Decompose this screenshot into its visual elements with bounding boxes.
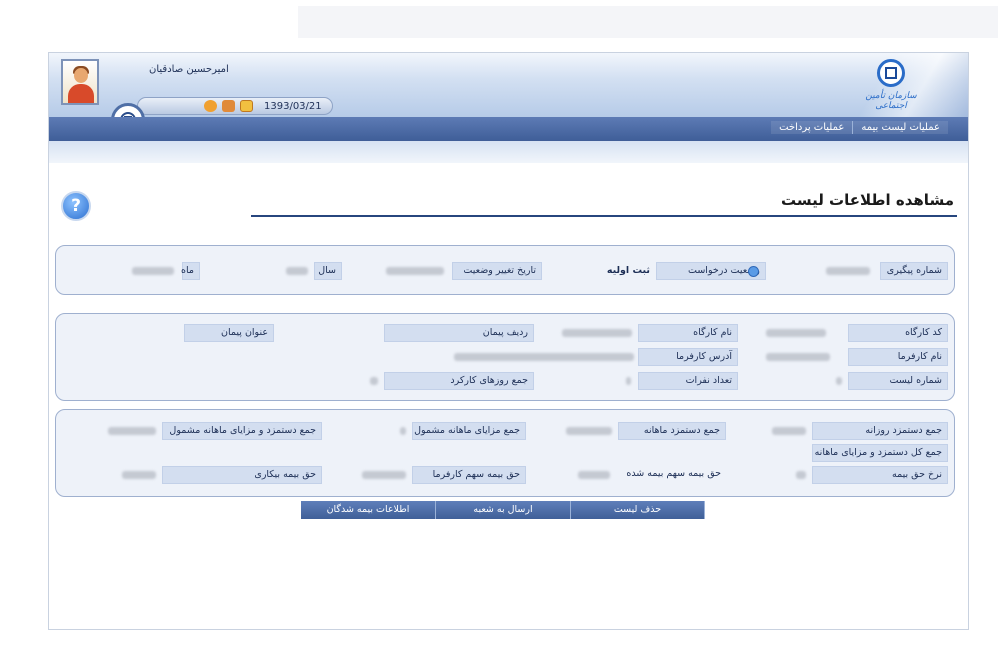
employer-address-label: آدرس کارفرما bbox=[638, 348, 738, 366]
year-value bbox=[286, 267, 308, 275]
insurance-rate-label: نرخ حق بیمه bbox=[812, 466, 948, 484]
user-avatar-icon bbox=[61, 59, 99, 105]
nav-insurance-list-ops[interactable]: عملیات لیست بیمه bbox=[852, 121, 948, 134]
delete-list-button[interactable]: حذف لیست bbox=[571, 501, 705, 519]
month-value bbox=[132, 267, 174, 275]
logo-icon bbox=[877, 59, 905, 87]
month-label: ماه bbox=[181, 262, 200, 280]
home-icon[interactable] bbox=[222, 100, 235, 112]
list-number-value bbox=[836, 377, 842, 385]
mail-icon[interactable] bbox=[240, 100, 253, 112]
employer-name-label: نام کارفرما bbox=[848, 348, 948, 366]
employer-share-label: حق بیمه سهم کارفرما bbox=[412, 466, 526, 484]
grand-total-label: جمع کل دستمزد و مزایای ماهانه bbox=[812, 444, 948, 462]
main-nav: عملیات لیست بیمه عملیات پرداخت bbox=[49, 117, 968, 141]
nav-payment-ops[interactable]: عملیات پرداخت bbox=[771, 121, 853, 134]
top-strip bbox=[298, 6, 998, 38]
personnel-count-label: تعداد نفرات bbox=[638, 372, 738, 390]
employer-share-value bbox=[362, 471, 406, 479]
insured-share-label: حق بیمه سهم بیمه شده bbox=[626, 468, 721, 479]
user-info-bar: 1393/03/21 bbox=[137, 97, 333, 115]
workshop-name-label: نام کارگاه bbox=[638, 324, 738, 342]
monthly-benefits-total-label: جمع مزایای ماهانه مشمول bbox=[412, 422, 526, 440]
sub-header-bar bbox=[49, 141, 968, 163]
insured-info-button[interactable]: اطلاعات بیمه شدگان bbox=[301, 501, 436, 519]
user-name: امیرحسین صادقیان bbox=[149, 64, 229, 75]
work-days-total-label: جمع روزهای کارکرد bbox=[384, 372, 534, 390]
help-icon[interactable]: ? bbox=[61, 191, 91, 221]
workshop-panel: کد کارگاه نام کارگاه ردیف پیمان عنوان پی… bbox=[55, 313, 955, 401]
logo-text: سازمان تأمین اجتماعی bbox=[865, 91, 917, 111]
wage-panel: جمع دستمزد روزانه جمع دستمزد ماهانه جمع … bbox=[55, 409, 955, 497]
contract-row-label: ردیف پیمان bbox=[384, 324, 534, 342]
app-header: امیرحسین صادقیان 1393/03/21 سازمان تأمین… bbox=[49, 53, 968, 137]
unemployment-insurance-label: حق بیمه بیکاری bbox=[162, 466, 322, 484]
work-days-total-value bbox=[370, 377, 378, 385]
page-title: مشاهده اطلاعات لیست bbox=[780, 191, 954, 209]
settings-icon[interactable] bbox=[204, 100, 217, 112]
monthly-wage-total-value bbox=[566, 427, 612, 435]
monthly-benefits-total-value bbox=[400, 427, 406, 435]
insurance-rate-value bbox=[796, 471, 806, 479]
request-status-value: ثبت اولیه bbox=[606, 265, 650, 276]
workshop-code-value bbox=[766, 329, 826, 337]
status-change-date-label: تاریخ تغییر وضعیت bbox=[452, 262, 542, 280]
wage-benefits-total-label: جمع دستمزد و مزایای ماهانه مشمول bbox=[162, 422, 322, 440]
wage-benefits-total-value bbox=[108, 427, 156, 435]
employer-name-value bbox=[766, 353, 830, 361]
app-frame: امیرحسین صادقیان 1393/03/21 سازمان تأمین… bbox=[48, 52, 969, 630]
unemployment-insurance-value bbox=[122, 471, 156, 479]
contract-title-label: عنوان پیمان bbox=[184, 324, 274, 342]
status-panel: شماره پیگیری وضعیت درخواست ثبت اولیه تار… bbox=[55, 245, 955, 295]
current-date: 1393/03/21 bbox=[264, 101, 322, 112]
organization-logo: سازمان تأمین اجتماعی bbox=[861, 59, 921, 111]
info-icon[interactable] bbox=[748, 266, 759, 277]
insured-share-value bbox=[578, 471, 610, 479]
tracking-number-value bbox=[826, 267, 870, 275]
daily-wage-total-value bbox=[772, 427, 806, 435]
monthly-wage-total-label: جمع دستمزد ماهانه bbox=[618, 422, 726, 440]
status-change-date-value bbox=[386, 267, 444, 275]
year-label: سال bbox=[314, 262, 342, 280]
title-underline bbox=[251, 215, 957, 217]
send-to-branch-button[interactable]: ارسال به شعبه bbox=[436, 501, 571, 519]
daily-wage-total-label: جمع دستمزد روزانه bbox=[812, 422, 948, 440]
personnel-count-value bbox=[626, 377, 631, 385]
workshop-name-value bbox=[562, 329, 632, 337]
list-number-label: شماره لیست bbox=[848, 372, 948, 390]
employer-address-value bbox=[454, 353, 634, 361]
tracking-number-label: شماره پیگیری bbox=[880, 262, 948, 280]
workshop-code-label: کد کارگاه bbox=[848, 324, 948, 342]
